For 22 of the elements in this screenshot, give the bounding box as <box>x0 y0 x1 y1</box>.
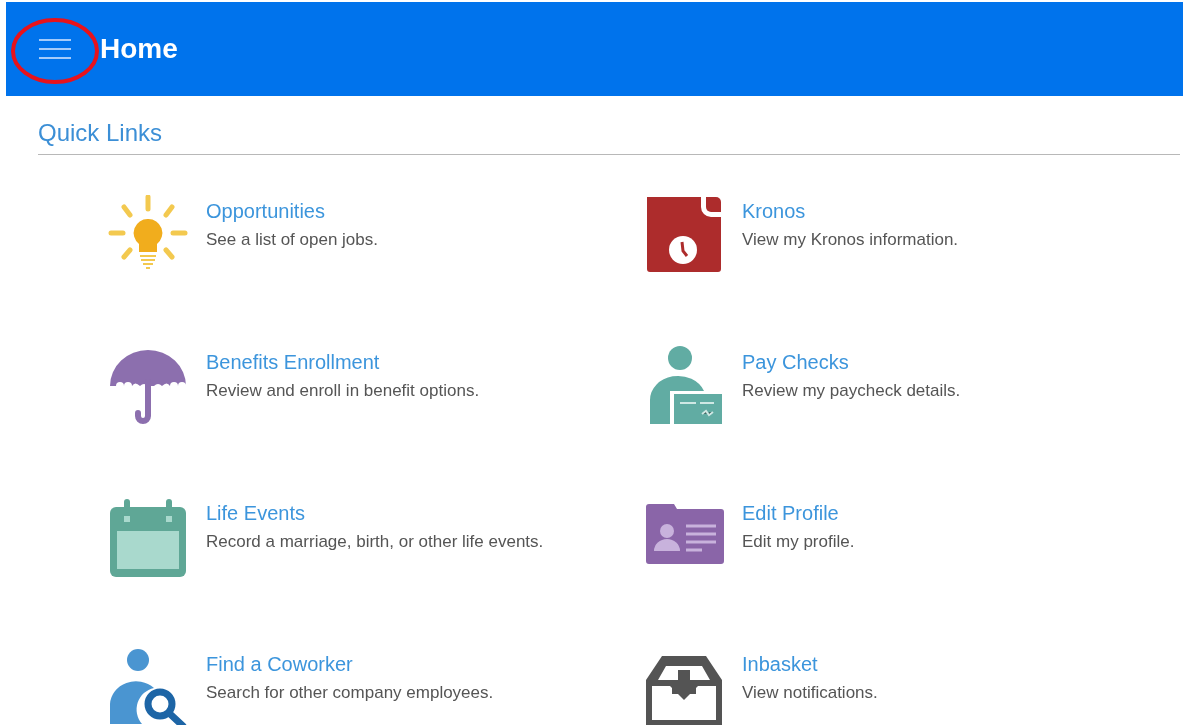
link-title[interactable]: Pay Checks <box>742 350 849 374</box>
link-description: Search for other company employees. <box>206 682 494 704</box>
person-search-icon <box>108 648 188 725</box>
link-description: Review and enroll in benefit options. <box>206 380 480 402</box>
link-title[interactable]: Opportunities <box>206 199 325 223</box>
link-title[interactable]: Find a Coworker <box>206 652 353 676</box>
link-description: Record a marriage, birth, or other life events. <box>206 531 544 553</box>
link-description: View notifications. <box>742 682 878 704</box>
clock-document-icon <box>644 195 724 275</box>
calendar-icon <box>108 497 188 577</box>
link-title[interactable]: Benefits Enrollment <box>206 350 380 374</box>
link-description: See a list of open jobs. <box>206 229 378 251</box>
link-title[interactable]: Inbasket <box>742 652 818 676</box>
link-description: Edit my profile. <box>742 531 855 553</box>
link-description: View my Kronos information. <box>742 229 959 251</box>
menu-icon <box>38 38 72 60</box>
section-title: Quick Links <box>38 118 164 148</box>
link-title[interactable]: Kronos <box>742 199 806 223</box>
link-description: Review my paycheck details. <box>742 380 961 402</box>
link-title[interactable]: Edit Profile <box>742 501 839 525</box>
link-title[interactable]: Life Events <box>206 501 305 525</box>
page-title: Home <box>100 32 178 66</box>
